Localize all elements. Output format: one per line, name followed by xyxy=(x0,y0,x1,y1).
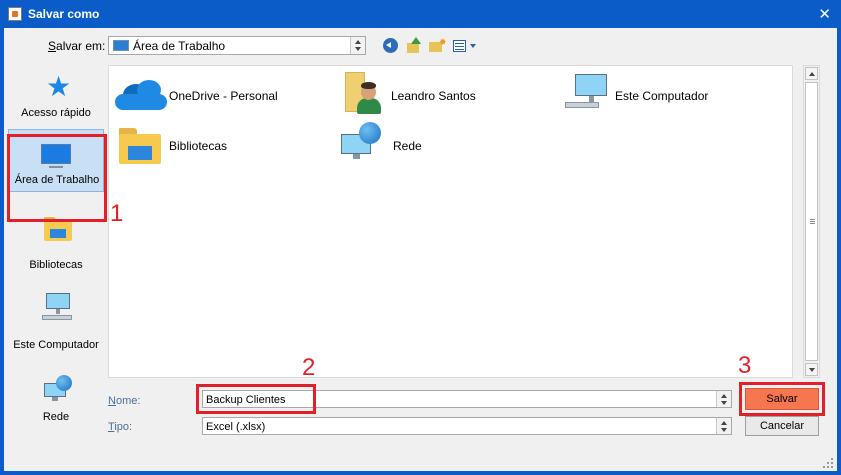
place-label: Bibliotecas xyxy=(29,259,83,271)
window-title: Salvar como xyxy=(28,7,100,21)
pc-keyboard xyxy=(565,102,599,108)
save-in-mnemonic: S xyxy=(48,39,57,53)
view-menu-button[interactable] xyxy=(452,37,478,55)
place-label: Rede xyxy=(42,411,70,423)
place-network[interactable]: Rede xyxy=(8,361,104,431)
file-label: Leandro Santos xyxy=(391,89,476,103)
network-icon xyxy=(341,122,385,166)
name-label: Nome: xyxy=(108,395,140,407)
chevron-down-icon xyxy=(355,47,361,51)
save-in-value: Área de Trabalho xyxy=(133,39,226,53)
globe-icon xyxy=(56,375,72,391)
computer-icon xyxy=(565,74,609,112)
save-in-label-text: alvar em: xyxy=(56,39,106,53)
up-one-level-button[interactable] xyxy=(405,37,423,55)
name-mnemonic: N xyxy=(108,395,116,407)
network-icon xyxy=(44,375,76,405)
pc-screen xyxy=(575,74,607,96)
user-hair xyxy=(361,82,376,89)
file-type-spinner[interactable] xyxy=(716,418,731,434)
back-button[interactable] xyxy=(382,37,400,55)
library-shelf xyxy=(50,229,66,238)
cancel-button[interactable]: Cancelar xyxy=(745,416,819,436)
annotation-number-3: 3 xyxy=(738,352,752,379)
desktop-icon xyxy=(113,40,129,51)
back-arrow-icon xyxy=(383,38,398,53)
annotation-number-1: 1 xyxy=(110,200,124,227)
file-label: OneDrive - Personal xyxy=(169,89,278,103)
save-in-dropdown[interactable]: Área de Trabalho xyxy=(108,36,366,55)
view-list-icon xyxy=(453,40,466,52)
pc-stand xyxy=(56,309,60,314)
file-type-value: Excel (.xlsx) xyxy=(206,421,266,433)
scroll-down-button[interactable] xyxy=(805,363,818,376)
place-quick-access[interactable]: ★ Acesso rápido xyxy=(8,65,104,123)
onedrive-cloud-icon xyxy=(115,80,167,110)
user-folder-icon xyxy=(345,70,383,114)
file-list[interactable]: OneDrive - Personal Leandro Santos Este … xyxy=(108,65,793,378)
file-type-dropdown[interactable]: Excel (.xlsx) xyxy=(202,417,732,435)
save-in-label: Salvar em: xyxy=(48,39,105,53)
type-label: Tipo: xyxy=(108,421,132,433)
new-folder-button[interactable]: ✸ xyxy=(428,37,447,55)
highlight-box-save xyxy=(739,382,825,416)
file-label: Bibliotecas xyxy=(169,139,228,153)
scroll-up-button[interactable] xyxy=(805,67,818,80)
name-label-text: ome: xyxy=(115,395,141,407)
chevron-up-icon xyxy=(355,40,361,44)
computer-icon xyxy=(42,293,74,323)
chevron-down-icon xyxy=(721,401,727,405)
libraries-folder-icon xyxy=(119,128,161,164)
places-bar: ★ Acesso rápido Área de Trabalho Bibliot… xyxy=(8,65,104,467)
list-item[interactable]: Este Computador xyxy=(565,70,765,116)
cloud-part xyxy=(115,94,167,110)
network-stand xyxy=(52,397,58,401)
list-item[interactable]: Rede xyxy=(341,122,541,168)
pc-screen xyxy=(46,293,70,309)
file-list-scrollbar[interactable] xyxy=(803,65,820,378)
list-item[interactable]: OneDrive - Personal xyxy=(115,74,315,116)
file-name-dropdown[interactable] xyxy=(716,391,731,407)
title-bar[interactable]: Salvar como ✕ xyxy=(0,0,841,28)
scroll-thumb[interactable] xyxy=(805,82,818,361)
close-icon[interactable]: ✕ xyxy=(818,5,831,23)
highlight-box-desktop xyxy=(7,134,107,222)
app-icon xyxy=(8,7,22,21)
file-label: Este Computador xyxy=(615,89,709,103)
resize-grip-icon[interactable] xyxy=(823,458,833,468)
globe-icon xyxy=(359,122,381,144)
library-shelf xyxy=(128,146,152,160)
network-stand xyxy=(353,154,360,159)
list-item[interactable]: Bibliotecas xyxy=(119,122,319,168)
chevron-down-icon xyxy=(721,428,727,432)
up-arrow-icon xyxy=(411,37,421,44)
place-label: Acesso rápido xyxy=(21,107,91,119)
type-label-text: ipo: xyxy=(114,421,133,433)
place-label: Este Computador xyxy=(13,339,99,351)
user-torso xyxy=(357,98,381,114)
place-this-pc[interactable]: Este Computador xyxy=(8,281,104,351)
folder-icon xyxy=(407,43,419,53)
sparkle-icon: ✸ xyxy=(439,37,447,47)
highlight-box-filename xyxy=(196,384,316,414)
annotation-number-2: 2 xyxy=(302,354,316,381)
file-label: Rede xyxy=(393,139,422,153)
chevron-up-icon xyxy=(721,394,727,398)
star-icon: ★ xyxy=(46,71,72,102)
chevron-down-icon xyxy=(470,44,476,48)
save-as-dialog: Salvar como ✕ Salvar em: Área de Trabalh… xyxy=(0,0,841,475)
pc-keyboard xyxy=(42,315,72,320)
grip-icon xyxy=(810,219,815,220)
dropdown-spinner[interactable] xyxy=(350,37,365,54)
chevron-up-icon xyxy=(721,421,727,425)
list-item[interactable]: Leandro Santos xyxy=(345,70,545,116)
dialog-body: Salvar em: Área de Trabalho ✸ ★ Acesso r… xyxy=(4,28,837,471)
